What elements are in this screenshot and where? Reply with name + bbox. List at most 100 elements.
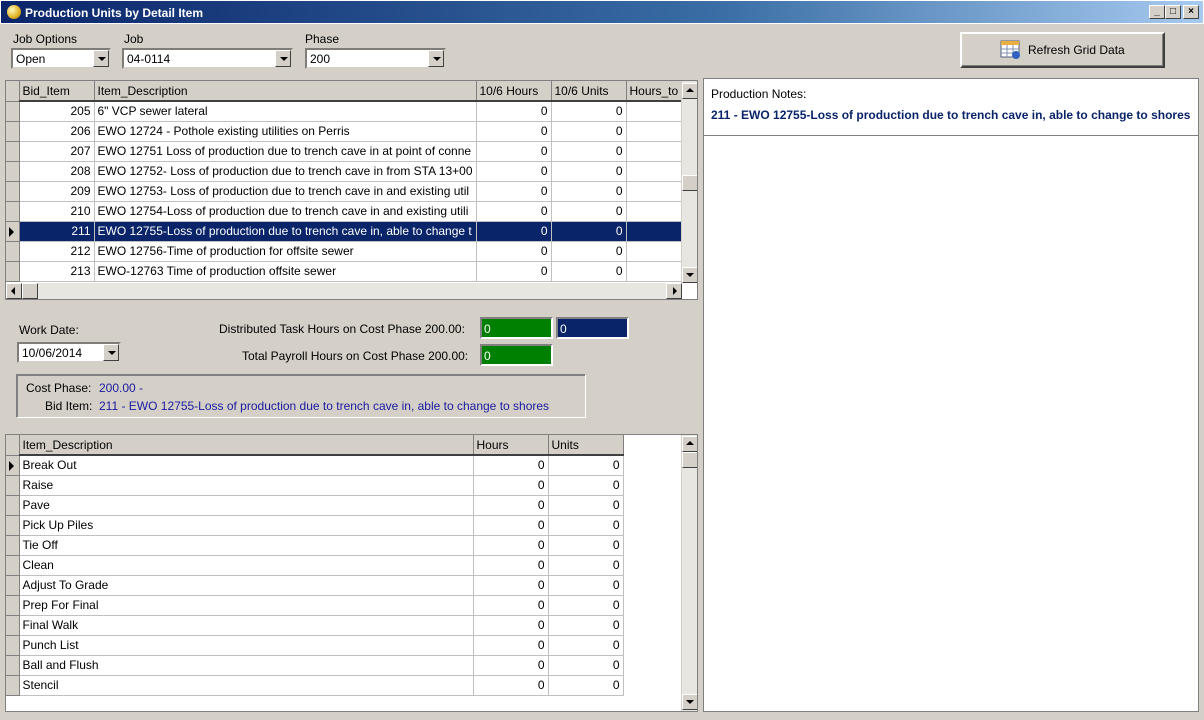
bid-item-cell[interactable]: 211 xyxy=(19,221,95,242)
bid-item-cell[interactable]: 212 xyxy=(19,241,95,262)
units-cell[interactable]: 0 xyxy=(551,141,627,162)
hours-to-cell[interactable] xyxy=(626,181,685,202)
units-cell[interactable]: 0 xyxy=(548,595,624,616)
description-cell[interactable]: EWO 12756-Time of production for offsite… xyxy=(94,241,477,262)
phase-select[interactable]: 200 xyxy=(305,48,446,69)
table-row[interactable]: 205 6" VCP sewer lateral 0 0 xyxy=(6,101,685,122)
row-header[interactable] xyxy=(6,201,20,222)
row-header[interactable] xyxy=(6,495,20,516)
description-cell[interactable]: 6" VCP sewer lateral xyxy=(94,101,477,122)
chevron-down-icon[interactable] xyxy=(428,50,444,67)
row-header[interactable] xyxy=(6,595,20,616)
column-header-units[interactable]: 10/6 Units xyxy=(551,81,627,102)
description-cell[interactable]: EWO 12755-Loss of production due to tren… xyxy=(94,221,477,242)
description-cell[interactable]: Adjust To Grade xyxy=(19,575,474,596)
hours-cell[interactable]: 0 xyxy=(473,475,549,496)
table-row[interactable]: Tie Off 0 0 xyxy=(6,535,624,556)
title-bar[interactable]: Production Units by Detail Item _ □ × xyxy=(0,0,1204,24)
hours-to-cell[interactable] xyxy=(626,101,685,122)
units-cell[interactable]: 0 xyxy=(551,201,627,222)
table-row[interactable]: 212 EWO 12756-Time of production for offs… xyxy=(6,241,685,262)
row-header[interactable] xyxy=(6,161,20,182)
bid-grid-hscroll[interactable] xyxy=(6,283,682,299)
description-cell[interactable]: Final Walk xyxy=(19,615,474,636)
row-header[interactable] xyxy=(6,635,20,656)
hours-cell[interactable]: 0 xyxy=(476,241,552,262)
scroll-down-icon[interactable] xyxy=(682,267,697,283)
description-cell[interactable]: EWO 12751 Loss of production due to tren… xyxy=(94,141,477,162)
hours-cell[interactable]: 0 xyxy=(476,201,552,222)
description-cell[interactable]: EWO 12753- Loss of production due to tre… xyxy=(94,181,477,202)
row-header[interactable] xyxy=(6,515,20,536)
hours-to-cell[interactable] xyxy=(626,141,685,162)
description-cell[interactable]: Ball and Flush xyxy=(19,655,474,676)
row-header[interactable] xyxy=(6,221,20,242)
table-row[interactable]: 206 EWO 12724 - Pothole existing utilitie… xyxy=(6,121,685,142)
row-header[interactable] xyxy=(6,455,20,476)
units-cell[interactable]: 0 xyxy=(551,161,627,182)
scroll-left-icon[interactable] xyxy=(6,283,22,299)
hours-cell[interactable]: 0 xyxy=(476,221,552,242)
units-cell[interactable]: 0 xyxy=(548,555,624,576)
hours-cell[interactable]: 0 xyxy=(473,575,549,596)
row-header[interactable] xyxy=(6,261,20,282)
scroll-right-icon[interactable] xyxy=(666,283,682,299)
table-row[interactable]: Final Walk 0 0 xyxy=(6,615,624,636)
hours-cell[interactable]: 0 xyxy=(473,635,549,656)
table-row[interactable]: 207 EWO 12751 Loss of production due to t… xyxy=(6,141,685,162)
job-options-select[interactable]: Open xyxy=(11,48,111,69)
row-header[interactable] xyxy=(6,655,20,676)
table-row[interactable]: Adjust To Grade 0 0 xyxy=(6,575,624,596)
table-row[interactable]: Pave 0 0 xyxy=(6,495,624,516)
hours-cell[interactable]: 0 xyxy=(473,535,549,556)
table-row[interactable]: Pick Up Piles 0 0 xyxy=(6,515,624,536)
column-header-hours[interactable]: Hours xyxy=(473,435,549,456)
bid-item-cell[interactable]: 207 xyxy=(19,141,95,162)
table-row[interactable]: 208 EWO 12752- Loss of production due to … xyxy=(6,161,685,182)
units-cell[interactable]: 0 xyxy=(548,515,624,536)
bid-item-cell[interactable]: 213 xyxy=(19,261,95,282)
row-header[interactable] xyxy=(6,575,20,596)
hscroll-thumb[interactable] xyxy=(22,283,38,299)
row-header[interactable] xyxy=(6,535,20,556)
bid-item-grid[interactable]: Bid_Item Item_Description 10/6 Hours 10/… xyxy=(5,80,698,300)
scroll-thumb[interactable] xyxy=(682,175,697,191)
hours-cell[interactable]: 0 xyxy=(476,121,552,142)
hours-cell[interactable]: 0 xyxy=(473,555,549,576)
units-cell[interactable]: 0 xyxy=(548,575,624,596)
hours-cell[interactable]: 0 xyxy=(476,161,552,182)
hours-cell[interactable]: 0 xyxy=(473,495,549,516)
hours-to-cell[interactable] xyxy=(626,241,685,262)
column-header-hours-to[interactable]: Hours_to xyxy=(626,81,685,102)
description-cell[interactable]: EWO 12724 - Pothole existing utilities o… xyxy=(94,121,477,142)
row-header[interactable] xyxy=(6,475,20,496)
units-cell[interactable]: 0 xyxy=(551,121,627,142)
description-cell[interactable]: EWO 12754-Loss of production due to tren… xyxy=(94,201,477,222)
hours-to-cell[interactable] xyxy=(626,261,685,282)
hours-to-cell[interactable] xyxy=(626,201,685,222)
table-row[interactable]: 210 EWO 12754-Loss of production due to t… xyxy=(6,201,685,222)
task-grid-vscroll[interactable] xyxy=(681,435,697,711)
bid-item-cell[interactable]: 209 xyxy=(19,181,95,202)
column-header-units[interactable]: Units xyxy=(548,435,624,456)
bid-item-cell[interactable]: 205 xyxy=(19,101,95,122)
chevron-down-icon[interactable] xyxy=(275,50,291,67)
units-cell[interactable]: 0 xyxy=(548,475,624,496)
job-select[interactable]: 04-0114 xyxy=(122,48,293,69)
table-row[interactable]: Raise 0 0 xyxy=(6,475,624,496)
units-cell[interactable]: 0 xyxy=(548,455,624,476)
description-cell[interactable]: EWO-12763 Time of production offsite sew… xyxy=(94,261,477,282)
hours-to-cell[interactable] xyxy=(626,161,685,182)
maximize-button[interactable]: □ xyxy=(1165,5,1181,19)
description-cell[interactable]: Punch List xyxy=(19,635,474,656)
hours-to-cell[interactable] xyxy=(626,121,685,142)
row-header[interactable] xyxy=(6,121,20,142)
units-cell[interactable]: 0 xyxy=(551,241,627,262)
hours-cell[interactable]: 0 xyxy=(473,675,549,696)
row-header[interactable] xyxy=(6,141,20,162)
description-cell[interactable]: Break Out xyxy=(19,455,474,476)
description-cell[interactable]: Clean xyxy=(19,555,474,576)
minimize-button[interactable]: _ xyxy=(1149,5,1165,19)
row-header[interactable] xyxy=(6,555,20,576)
hours-cell[interactable]: 0 xyxy=(473,655,549,676)
